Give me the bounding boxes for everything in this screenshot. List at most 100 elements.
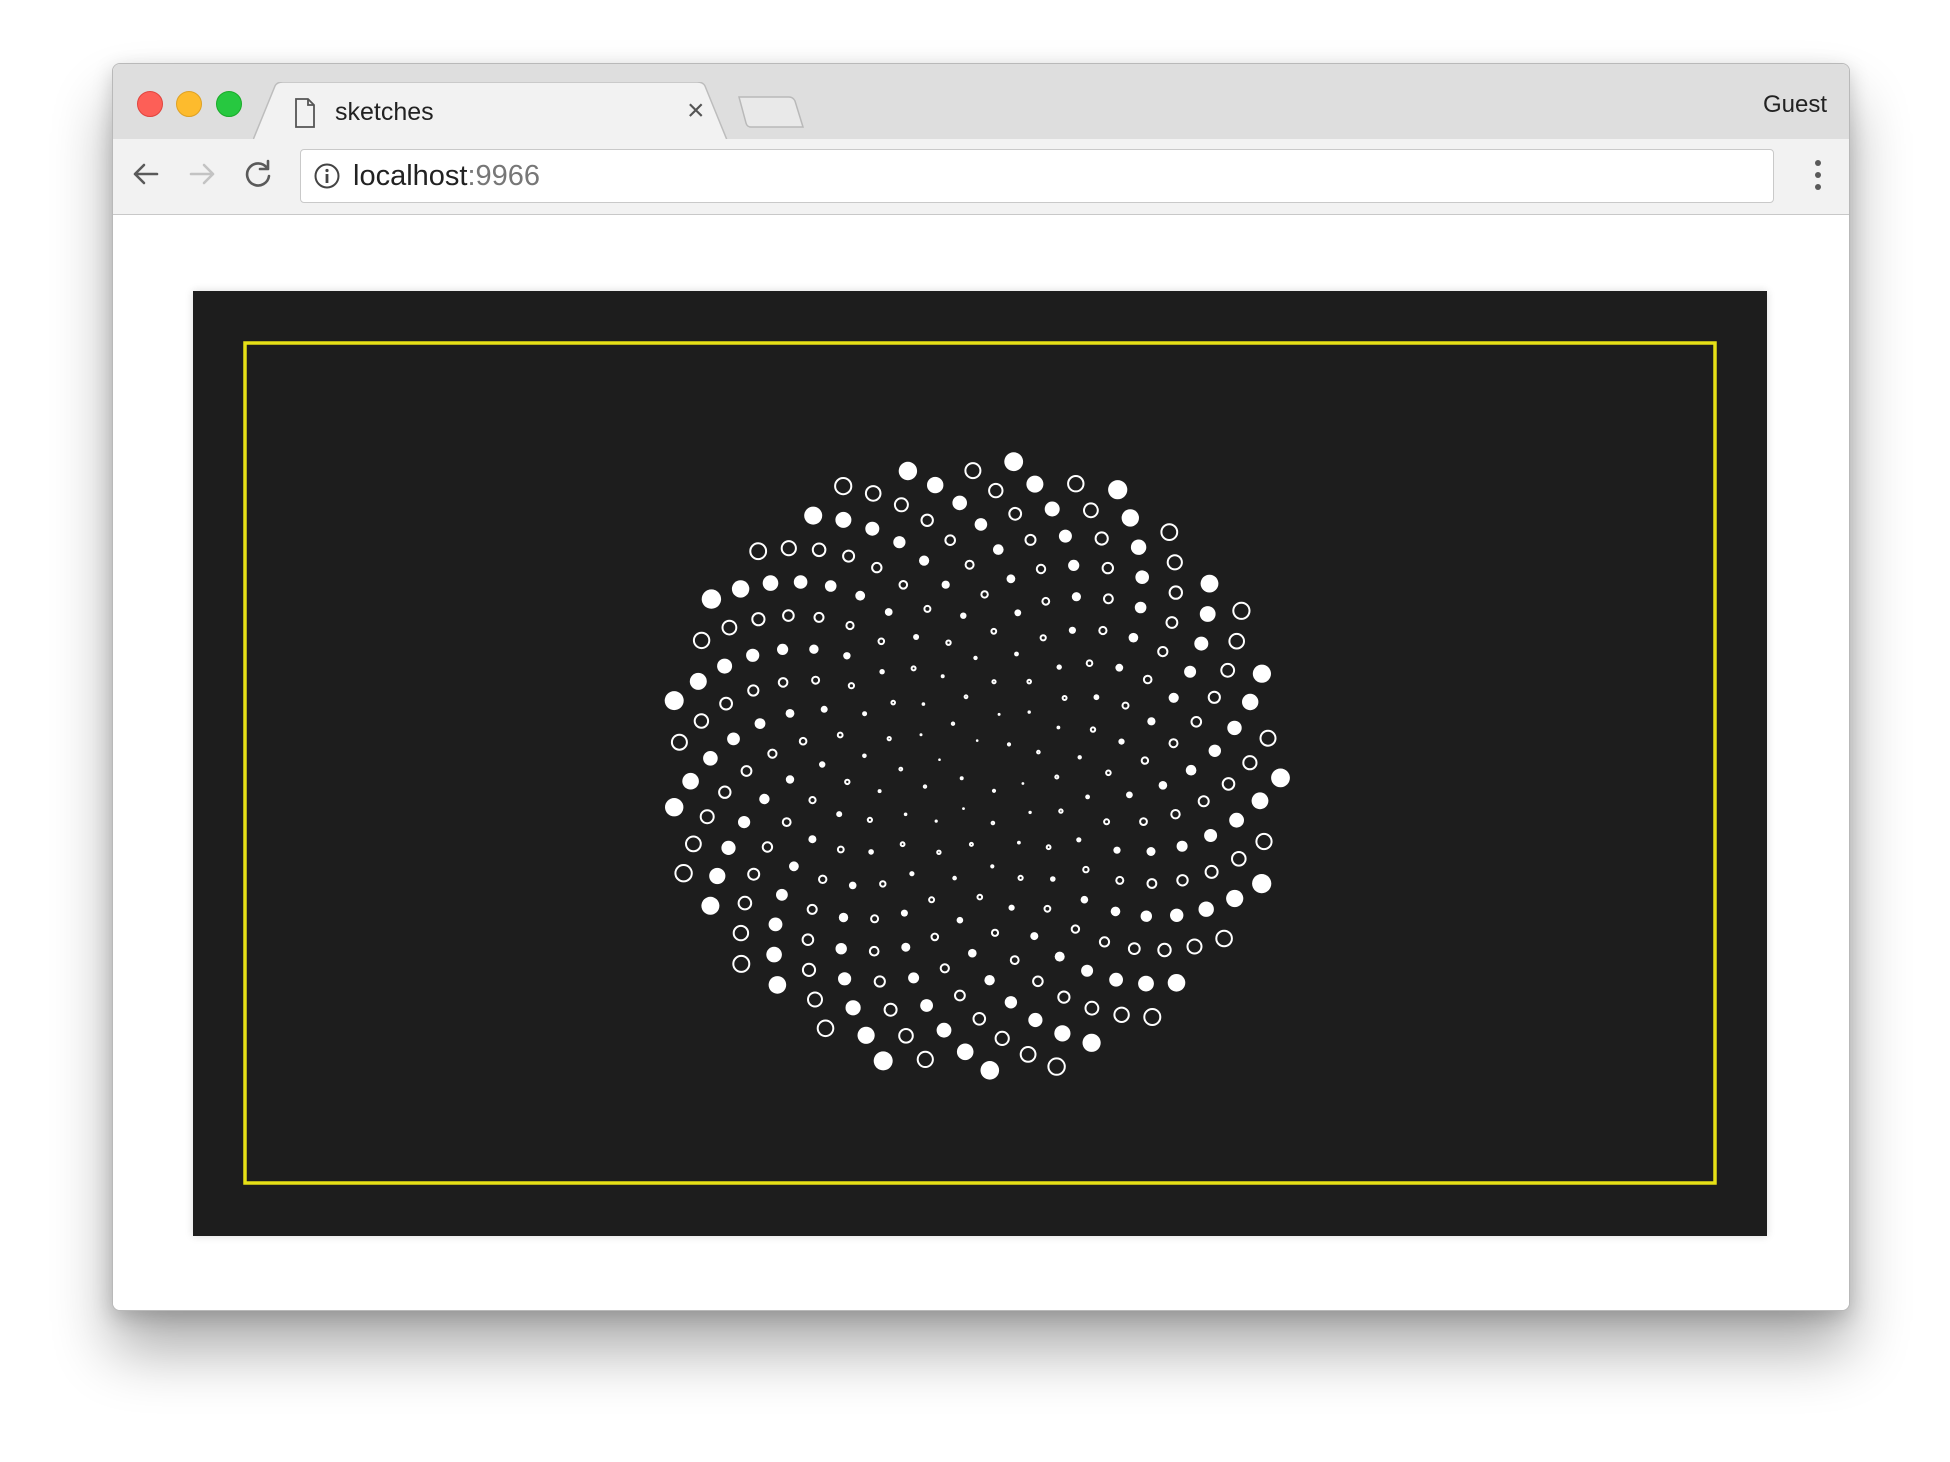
spiral-dot (1255, 832, 1273, 851)
spiral-dot (746, 648, 760, 662)
spiral-dot (1130, 539, 1147, 555)
spiral-dot (1204, 864, 1219, 879)
spiral-dot (1135, 570, 1149, 584)
spiral-dot (813, 611, 825, 623)
arrow-left-icon[interactable] (125, 153, 167, 195)
spiral-dot (754, 718, 766, 729)
spiral-dot (1028, 810, 1032, 815)
address-bar[interactable]: localhost:9966 (300, 149, 1774, 203)
spiral-dot (1024, 533, 1037, 546)
spiral-dot (910, 665, 917, 672)
profile-button[interactable]: Guest (1763, 90, 1827, 120)
spiral-dot (1101, 561, 1114, 575)
spiral-dot (1242, 693, 1259, 711)
spiral-dot (936, 1022, 952, 1038)
spiral-dot (1167, 974, 1186, 992)
spiral-dot (1026, 678, 1033, 685)
spiral-dot (693, 713, 710, 729)
spiral-dot (1232, 601, 1251, 620)
spiral-dot (873, 975, 886, 988)
spiral-dot (898, 580, 909, 590)
spiral-dot (923, 604, 932, 613)
spiral-dot (1085, 659, 1094, 668)
spiral-dot (864, 485, 882, 502)
three-dots-vertical-icon[interactable] (1813, 159, 1823, 191)
spiral-dot (976, 893, 984, 901)
spiral-dot (855, 590, 866, 601)
spiral-dot (824, 580, 837, 592)
spiral-dot (1036, 749, 1041, 755)
spiral-dot (968, 948, 977, 958)
spiral-dot (927, 476, 944, 494)
new-tab-button[interactable] (737, 95, 807, 131)
spiral-dot (1160, 523, 1179, 542)
spiral-dot (898, 1028, 914, 1044)
spiral-dot (782, 609, 795, 622)
spiral-dot (1252, 664, 1271, 683)
spiral-dot (1251, 792, 1269, 810)
spiral-dot (806, 903, 818, 915)
spiral-dot (1017, 874, 1024, 882)
arrow-right-icon[interactable] (181, 153, 223, 195)
spiral-dot (952, 875, 957, 881)
spiral-dot (1026, 475, 1044, 493)
tab-close-icon[interactable]: × (687, 94, 705, 128)
spiral-dot (868, 849, 874, 855)
spiral-dot (834, 477, 853, 496)
spiral-dot (664, 691, 684, 711)
spiral-dot (944, 534, 957, 546)
minimize-window-button[interactable] (176, 91, 202, 117)
spiral-dot (975, 739, 979, 742)
spiral-dot (893, 497, 909, 513)
spiral-dot (781, 817, 792, 827)
spiral-dot (1157, 646, 1169, 658)
spiral-dot (990, 820, 996, 826)
spiral-dot (980, 590, 989, 599)
url-text[interactable]: localhost:9966 (353, 160, 540, 192)
sketch-drawing (243, 341, 1717, 1185)
spiral-dot (1039, 634, 1047, 642)
spiral-dot (1207, 690, 1221, 704)
spiral-dot (879, 669, 885, 675)
spiral-dot (836, 731, 844, 739)
reload-icon[interactable] (237, 153, 279, 195)
spiral-dot (808, 796, 817, 805)
spiral-dot (893, 536, 906, 549)
spiral-dot (1126, 791, 1133, 799)
spiral-dot (1105, 769, 1112, 777)
info-icon[interactable] (313, 162, 341, 190)
spiral-dot (921, 702, 926, 706)
spiral-dot (1082, 865, 1090, 874)
spiral-dot (789, 861, 799, 872)
spiral-dot (809, 644, 819, 654)
spiral-dot (890, 699, 897, 706)
spiral-dot (780, 540, 797, 557)
spiral-dot (1242, 755, 1258, 771)
spiral-dot (972, 1012, 987, 1026)
spiral-dot (877, 789, 882, 794)
spiral-dot (959, 776, 964, 781)
spiral-dot (930, 932, 940, 942)
spiral-dot (1027, 710, 1031, 714)
spiral-dot (1143, 1008, 1162, 1026)
maximize-window-button[interactable] (216, 91, 242, 117)
spiral-dot (997, 712, 1001, 716)
spiral-dot (709, 867, 726, 885)
spiral-dot (1204, 829, 1218, 842)
spiral-dot (1146, 878, 1158, 889)
spiral-dot (835, 511, 852, 528)
spiral-dot (1098, 936, 1111, 948)
close-window-button[interactable] (137, 91, 163, 117)
spiral-dot (762, 575, 779, 591)
sketch-canvas[interactable] (193, 291, 1767, 1236)
spiral-dot (1108, 480, 1128, 500)
spiral-dot (877, 637, 886, 646)
spiral-dot (731, 580, 750, 598)
spiral-dot (1168, 738, 1179, 749)
spiral-dot (1271, 768, 1290, 788)
spiral-dot (768, 917, 783, 932)
spiral-dot (1056, 725, 1061, 730)
spiral-dot (1019, 1046, 1037, 1063)
active-tab[interactable] (253, 82, 743, 140)
spiral-dot (807, 991, 823, 1008)
